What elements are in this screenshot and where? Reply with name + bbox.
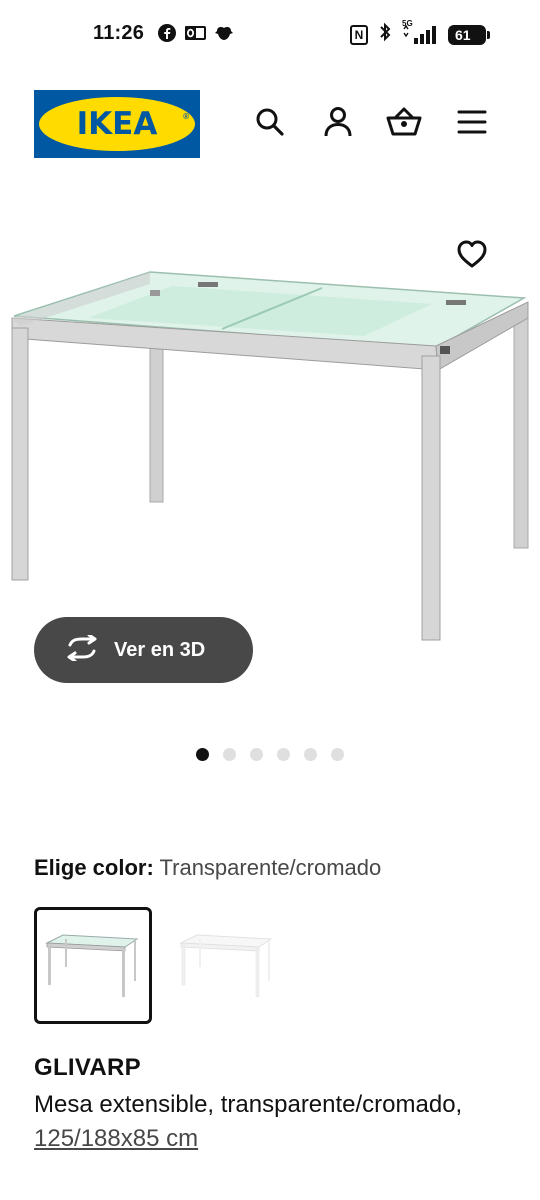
pagination-dot[interactable] — [331, 748, 344, 761]
color-label: Elige color: — [34, 855, 154, 880]
product-description-text: Mesa extensible, transparente/cromado, — [34, 1091, 463, 1118]
basket-button[interactable] — [386, 104, 422, 144]
search-icon — [255, 107, 285, 142]
status-time: 11:26 — [93, 22, 145, 44]
view-3d-label: Ver en 3D — [114, 638, 206, 661]
battery-level: 61 — [455, 26, 471, 43]
product-description: Mesa extensible, transparente/cromado, 1… — [34, 1088, 514, 1156]
account-icon — [323, 106, 353, 143]
status-bar: 11:26 N 5G 61 — [0, 0, 540, 68]
favorite-button[interactable] — [450, 236, 494, 276]
system-status-icons: N 5G 61 — [350, 19, 490, 47]
product-size-link[interactable]: 125/188x85 cm — [34, 1125, 198, 1152]
heart-icon — [456, 239, 488, 274]
pagination-dot[interactable] — [196, 748, 209, 761]
rotate-3d-icon — [64, 633, 100, 666]
menu-button[interactable] — [454, 104, 490, 144]
pet-app-icon — [214, 24, 234, 47]
search-button[interactable] — [252, 104, 288, 144]
swatch-thumbnail-white — [179, 933, 273, 997]
product-name: GLIVARP — [34, 1054, 141, 1081]
menu-icon — [457, 109, 487, 140]
account-button[interactable] — [320, 104, 356, 144]
bluetooth-icon — [378, 22, 392, 47]
signal-icon: 5G — [402, 19, 438, 45]
pagination-dot[interactable] — [223, 748, 236, 761]
facebook-icon — [158, 24, 176, 47]
pagination-dot[interactable] — [304, 748, 317, 761]
color-swatch-transparent[interactable] — [34, 907, 152, 1024]
logo-text: IKEA — [76, 106, 158, 142]
swatch-thumbnail-glass — [45, 933, 139, 997]
network-type-label: 5G — [402, 18, 413, 28]
nfc-icon: N — [350, 24, 368, 45]
view-3d-button[interactable]: Ver en 3D — [34, 617, 253, 683]
registered-mark-icon: ® — [183, 112, 189, 121]
notification-icons — [158, 24, 234, 47]
battery-icon: 61 — [448, 24, 490, 45]
outlook-icon — [184, 24, 206, 47]
pagination-dot[interactable] — [250, 748, 263, 761]
color-swatch-white[interactable] — [168, 907, 286, 1024]
pagination-dot[interactable] — [277, 748, 290, 761]
ikea-logo[interactable]: IKEA ® — [34, 90, 200, 158]
image-pagination — [196, 748, 344, 761]
basket-icon — [386, 107, 422, 142]
selected-color-value: Transparente/cromado — [159, 855, 382, 880]
color-selector-heading: Elige color: Transparente/cromado — [34, 855, 381, 881]
